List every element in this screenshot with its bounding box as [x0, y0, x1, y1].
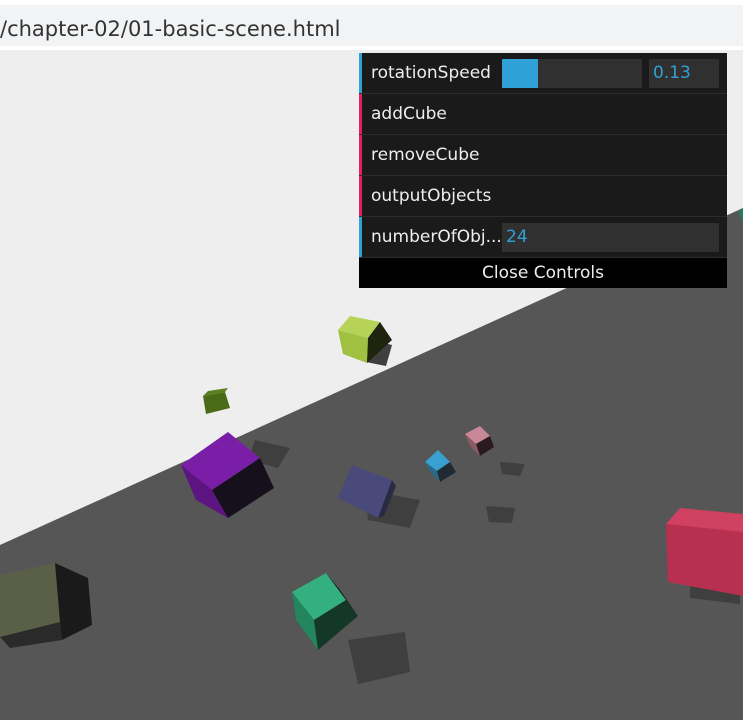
gui-row-rotation-speed: rotationSpeed 0.13 — [359, 53, 727, 94]
add-cube-label[interactable]: addCube — [371, 104, 447, 124]
dat-gui-panel: rotationSpeed 0.13 addCube removeCube ou… — [359, 53, 727, 288]
number-stripe — [359, 53, 362, 93]
close-controls-button[interactable]: Close Controls — [359, 258, 727, 288]
browser-address-bar: /chapter-02/01-basic-scene.html — [0, 0, 743, 50]
function-stripe — [359, 94, 362, 134]
rotation-speed-slider-fill — [502, 59, 539, 88]
gui-row-output-objects[interactable]: outputObjects — [359, 176, 727, 217]
gui-row-number-of-objects: numberOfObj... 24 — [359, 217, 727, 258]
rotation-speed-label: rotationSpeed — [371, 63, 491, 83]
rotation-speed-slider[interactable] — [502, 59, 642, 88]
url-field[interactable]: /chapter-02/01-basic-scene.html — [0, 5, 743, 46]
function-stripe — [359, 176, 362, 216]
gui-row-remove-cube[interactable]: removeCube — [359, 135, 727, 176]
number-stripe — [359, 217, 362, 257]
number-of-objects-label: numberOfObj... — [371, 227, 502, 247]
url-text[interactable]: /chapter-02/01-basic-scene.html — [0, 17, 341, 41]
gui-row-add-cube[interactable]: addCube — [359, 94, 727, 135]
function-stripe — [359, 135, 362, 175]
rotation-speed-input[interactable]: 0.13 — [649, 59, 719, 88]
red-cube — [666, 508, 743, 596]
remove-cube-label[interactable]: removeCube — [371, 145, 479, 165]
output-objects-label[interactable]: outputObjects — [371, 186, 491, 206]
number-of-objects-input[interactable]: 24 — [502, 223, 719, 252]
